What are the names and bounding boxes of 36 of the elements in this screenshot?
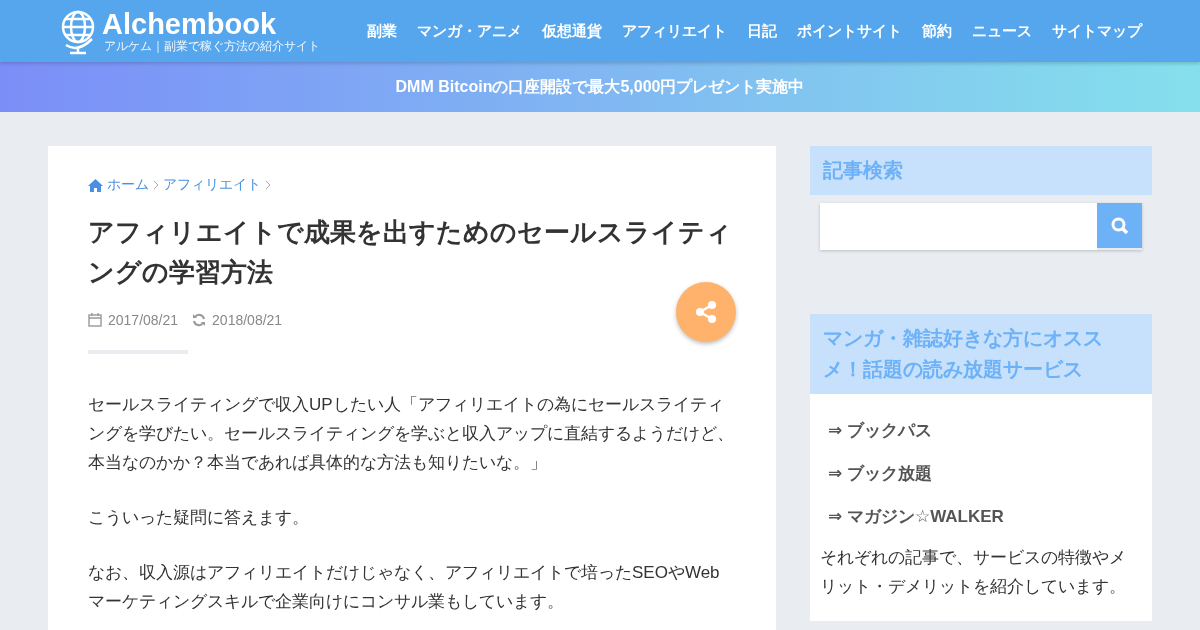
sidebar-link[interactable]: ⇒ ブックパス xyxy=(828,414,1134,447)
published-date: 2017/08/21 xyxy=(108,312,179,328)
chevron-icon xyxy=(265,180,271,190)
chevron-icon xyxy=(153,180,159,190)
search-icon xyxy=(1110,216,1129,235)
body-paragraph: なお、収入源はアフィリエイトだけじゃなく、アフィリエイトで培ったSEOやWebマーケティングスキルで企業向けにコンサル業もしています。 xyxy=(88,562,721,613)
updated-date: 2018/08/21 xyxy=(212,312,283,328)
home-icon xyxy=(88,178,103,192)
share-icon xyxy=(695,301,717,323)
nav-link[interactable]: 仮想通貨 xyxy=(542,21,602,41)
nav-link[interactable]: サイトマップ xyxy=(1052,21,1142,41)
breadcrumb-link[interactable]: ホーム xyxy=(107,176,149,194)
nav-link[interactable]: ニュース xyxy=(972,21,1032,41)
breadcrumb-link[interactable]: アフィリエイト xyxy=(163,176,261,194)
search-button[interactable] xyxy=(1097,203,1142,248)
calendar-icon xyxy=(88,313,102,327)
widget-title: 記事検索 xyxy=(810,146,1152,195)
share-button[interactable] xyxy=(676,282,736,342)
body-paragraph: セールスライティングで収入UPしたい人「アフィリエイトの為にセールスライティングを学びたい。セールスライティングを学ぶと収入アップに直結するようだけど、本当なのかか？本当であれば具体的な方法も知りたいな。」 xyxy=(88,394,735,474)
nav-link[interactable]: ポイントサイト xyxy=(797,21,902,41)
refresh-icon xyxy=(192,313,207,327)
body-paragraph: こういった疑問に答えます。 xyxy=(88,507,310,529)
widget-title: マンガ・雑誌好きな方にオススメ！話題の読み放題サービス xyxy=(810,314,1152,394)
site-tagline: アルケム｜副業で稼ぐ方法の紹介サイト xyxy=(104,39,320,53)
sidebar-link[interactable]: ⇒ ブック放題 xyxy=(828,457,1134,490)
sidebar-link[interactable]: ⇒ マガジン☆WALKER xyxy=(828,500,1134,533)
nav-link[interactable]: 副業 xyxy=(367,21,397,41)
search-field[interactable] xyxy=(820,203,1097,250)
article-title: アフィリエイトで成果を出すためのセールスライティングの学習方法 xyxy=(88,216,733,289)
promo-banner-link[interactable]: DMM Bitcoinの口座開設で最大5,000円プレゼント実施中 xyxy=(395,76,805,98)
nav-link[interactable]: 日記 xyxy=(747,21,777,41)
site-logo[interactable]: Alchembook xyxy=(102,9,320,39)
nav-link[interactable]: 節約 xyxy=(922,21,952,41)
nav-link[interactable]: マンガ・アニメ xyxy=(417,21,522,41)
nav-link[interactable]: アフィリエイト xyxy=(622,21,727,41)
widget-note: それぞれの記事で、サービスの特徴やメリット・デメリットを紹介しています。 xyxy=(820,547,1127,598)
